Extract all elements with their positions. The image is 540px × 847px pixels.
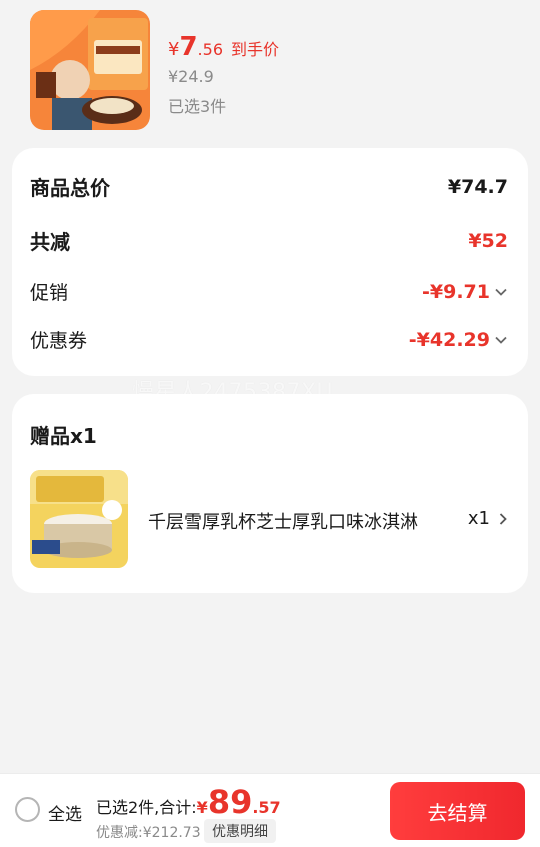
reduce-label: 共减 xyxy=(30,230,70,254)
promo-label: 促销 xyxy=(30,282,69,304)
total-summary: 已选2件,合计: ¥89.57 xyxy=(96,786,281,818)
total-row: 商品总价 ¥74.7 xyxy=(30,172,508,201)
gift-title: 赠品x1 xyxy=(30,424,97,448)
unit-price: ¥7.56 到手价 xyxy=(168,32,279,62)
promo-value: -¥9.71 xyxy=(422,280,490,303)
gift-image xyxy=(30,470,128,568)
order-confirm-page: ¥7.56 到手价 ¥24.9 已选3件 商品总价 ¥74.7 共减 ¥52 促销… xyxy=(0,0,540,847)
gift-quantity: x1 xyxy=(467,508,490,529)
reduce-row: 共减 ¥52 xyxy=(30,226,508,255)
select-all-radio[interactable] xyxy=(15,797,40,822)
product-item[interactable]: ¥7.56 到手价 ¥24.9 已选3件 xyxy=(30,10,530,132)
total-value: ¥74.7 xyxy=(447,175,508,198)
price-decimal: .56 xyxy=(197,40,223,59)
original-price: ¥24.9 xyxy=(168,67,214,86)
total-decimal: .57 xyxy=(252,798,281,817)
chevron-down-icon xyxy=(495,288,507,296)
chevron-right-icon xyxy=(499,512,507,525)
gift-quantity-link[interactable]: x1 xyxy=(468,508,510,529)
gift-name[interactable]: 千层雪厚乳杯芝士厚乳口味冰淇淋 xyxy=(148,508,433,534)
checkout-button[interactable]: 去结算 xyxy=(390,782,525,840)
coupon-label: 优惠券 xyxy=(30,330,88,352)
final-price-tag: 到手价 xyxy=(231,40,280,59)
product-image xyxy=(30,10,150,130)
select-all-label[interactable]: 全选 xyxy=(48,800,82,825)
total-label: 商品总价 xyxy=(30,176,110,200)
price-integer: 7 xyxy=(179,32,198,62)
selected-count: 已选3件 xyxy=(168,97,227,116)
price-currency: ¥ xyxy=(168,39,180,60)
chevron-down-icon xyxy=(495,336,507,344)
total-currency: ¥ xyxy=(196,798,208,817)
coupon-row[interactable]: 优惠券 -¥42.29 xyxy=(30,326,508,353)
price-summary-card: 商品总价 ¥74.7 共减 ¥52 促销 -¥9.71 优惠券 -¥42.29 xyxy=(12,148,528,376)
coupon-value-wrap[interactable]: -¥42.29 xyxy=(409,329,508,351)
promo-row[interactable]: 促销 -¥9.71 xyxy=(30,278,508,305)
summary-prefix: 已选2件,合计: xyxy=(96,798,197,817)
discount-detail-button[interactable]: 优惠明细 xyxy=(204,819,276,843)
discount-text: 优惠减:¥212.73 xyxy=(96,825,201,841)
gift-card: 赠品x1 千层雪厚乳杯芝士厚乳口味冰淇淋 x1 xyxy=(12,394,528,593)
checkout-bar: 全选 已选2件,合计: ¥89.57 优惠减:¥212.73 优惠明细 去结算 xyxy=(0,773,540,847)
promo-value-wrap[interactable]: -¥9.71 xyxy=(422,281,508,303)
total-integer: 89 xyxy=(207,783,253,821)
reduce-value: ¥52 xyxy=(468,229,508,252)
coupon-value: -¥42.29 xyxy=(408,328,490,351)
